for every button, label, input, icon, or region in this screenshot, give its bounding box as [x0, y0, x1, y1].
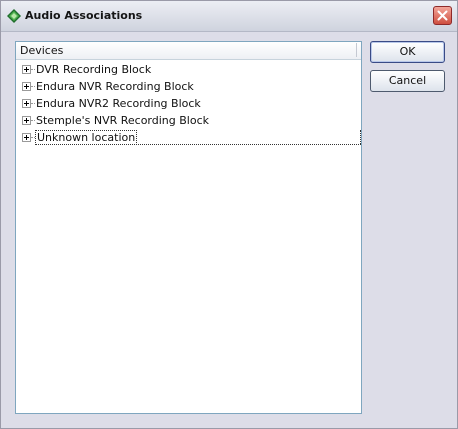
- focus-outline-end: [360, 130, 361, 144]
- window-title: Audio Associations: [25, 9, 143, 22]
- tree-node[interactable]: Endura NVR2 Recording Block: [16, 95, 361, 112]
- tree-node[interactable]: DVR Recording Block: [16, 61, 361, 78]
- focus-outline: [110, 144, 361, 145]
- title-bar[interactable]: Audio Associations: [1, 1, 457, 32]
- tree-node-label: Endura NVR2 Recording Block: [36, 97, 201, 110]
- tree-node-label: Stemple's NVR Recording Block: [36, 114, 209, 127]
- tree-connector: [31, 103, 35, 104]
- expand-plus-icon[interactable]: [22, 133, 31, 142]
- cancel-button[interactable]: Cancel: [370, 70, 445, 92]
- expand-plus-icon[interactable]: [22, 65, 31, 74]
- tree-connector: [31, 69, 35, 70]
- devices-tree[interactable]: Devices DVR Recording Block Endura NVR R…: [15, 41, 362, 414]
- tree-connector: [31, 120, 35, 121]
- close-button[interactable]: [433, 6, 452, 25]
- tree-node-label: Endura NVR Recording Block: [36, 80, 194, 93]
- audio-associations-dialog: Audio Associations Devices DVR Recording…: [0, 0, 458, 429]
- tree-node-label: DVR Recording Block: [36, 63, 152, 76]
- expand-plus-icon[interactable]: [22, 99, 31, 108]
- ok-button[interactable]: OK: [370, 41, 445, 63]
- tree-node[interactable]: Endura NVR Recording Block: [16, 78, 361, 95]
- column-divider: [356, 43, 357, 57]
- diamond-app-icon: [7, 9, 21, 23]
- tree-node-focused[interactable]: Unknown location: [16, 129, 361, 146]
- tree-column-header[interactable]: Devices: [16, 42, 361, 60]
- expand-plus-icon[interactable]: [22, 116, 31, 125]
- tree-node[interactable]: Stemple's NVR Recording Block: [16, 112, 361, 129]
- close-icon: [437, 10, 448, 21]
- expand-plus-icon[interactable]: [22, 82, 31, 91]
- tree-node-label: Unknown location: [35, 130, 138, 145]
- tree-header-label: Devices: [20, 44, 64, 57]
- tree-list: DVR Recording Block Endura NVR Recording…: [16, 61, 361, 146]
- tree-connector: [31, 86, 35, 87]
